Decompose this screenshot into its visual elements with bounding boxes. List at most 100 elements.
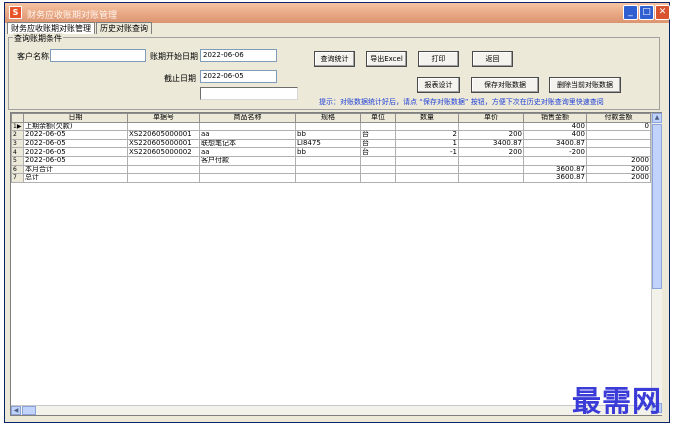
row-number[interactable] [11, 370, 24, 381]
table-cell[interactable] [127, 190, 200, 200]
table-cell[interactable] [127, 207, 200, 218]
table-cell[interactable]: 本月合计 [23, 164, 128, 175]
table-cell[interactable] [395, 181, 459, 192]
table-cell[interactable] [295, 164, 361, 175]
table-cell[interactable] [199, 173, 296, 183]
table-cell[interactable] [295, 155, 361, 166]
table-cell[interactable] [23, 336, 128, 347]
row-number[interactable] [11, 207, 24, 218]
table-cell[interactable] [127, 327, 200, 338]
row-number[interactable]: 6 [11, 164, 24, 175]
export-excel-button[interactable]: 导出Excel [366, 51, 407, 67]
table-cell[interactable] [23, 370, 128, 381]
table-row[interactable] [11, 353, 651, 364]
table-cell[interactable] [199, 345, 296, 355]
table-cell[interactable] [458, 267, 524, 278]
table-cell[interactable] [127, 353, 200, 364]
table-cell[interactable]: bb [295, 130, 361, 140]
table-cell[interactable]: 2022-06-05 [23, 138, 128, 149]
scroll-left-icon[interactable]: ◀ [11, 406, 21, 415]
table-cell[interactable] [23, 216, 128, 226]
table-cell[interactable] [395, 207, 459, 218]
table-cell[interactable] [127, 198, 200, 209]
table-cell[interactable] [523, 259, 587, 269]
table-row[interactable]: 1▶ 上期余额(欠款) 400 0 [11, 121, 651, 132]
row-number[interactable] [11, 276, 24, 286]
table-cell[interactable] [23, 198, 128, 209]
row-number[interactable] [11, 336, 24, 347]
table-cell[interactable]: aa [199, 130, 296, 140]
row-number[interactable]: 7 [11, 173, 24, 183]
table-row[interactable]: 7 总计 3600.87 2000 [11, 173, 651, 183]
table-row[interactable] [11, 207, 651, 218]
table-cell[interactable] [586, 216, 651, 226]
scroll-up-icon[interactable]: ▲ [652, 113, 662, 123]
row-number[interactable] [11, 302, 24, 312]
table-row[interactable] [11, 293, 651, 304]
column-header[interactable]: 商品名称 [199, 113, 296, 123]
table-cell[interactable] [295, 267, 361, 278]
row-number[interactable] [11, 293, 24, 304]
column-header[interactable]: 单据号 [127, 113, 200, 123]
table-cell[interactable] [199, 216, 296, 226]
table-cell[interactable] [395, 267, 459, 278]
table-cell[interactable] [360, 155, 396, 166]
table-cell[interactable] [523, 181, 587, 192]
table-cell[interactable] [395, 327, 459, 338]
table-row[interactable] [11, 319, 651, 329]
table-cell[interactable] [458, 302, 524, 312]
table-cell[interactable] [523, 293, 587, 304]
table-cell[interactable] [360, 319, 396, 329]
table-cell[interactable] [199, 336, 296, 347]
table-row[interactable] [11, 198, 651, 209]
table-cell[interactable] [23, 362, 128, 372]
table-cell[interactable] [127, 362, 200, 372]
table-cell[interactable] [127, 345, 200, 355]
table-cell[interactable] [458, 362, 524, 372]
table-cell[interactable] [523, 353, 587, 364]
table-row[interactable] [11, 379, 651, 389]
table-cell[interactable] [395, 250, 459, 261]
table-cell[interactable]: 上期余额(欠款) [23, 121, 128, 132]
table-cell[interactable] [586, 293, 651, 304]
table-cell[interactable] [23, 250, 128, 261]
table-cell[interactable] [199, 190, 296, 200]
table-cell[interactable] [360, 327, 396, 338]
table-cell[interactable] [586, 310, 651, 321]
table-cell[interactable] [395, 233, 459, 243]
table-cell[interactable] [23, 310, 128, 321]
table-cell[interactable] [395, 241, 459, 252]
table-cell[interactable] [360, 259, 396, 269]
table-cell[interactable] [586, 190, 651, 200]
table-row[interactable] [11, 370, 651, 381]
vertical-scrollbar[interactable]: ▲ ▼ [651, 113, 662, 415]
table-cell[interactable] [127, 224, 200, 235]
table-cell[interactable] [523, 284, 587, 295]
table-cell[interactable] [360, 293, 396, 304]
query-stats-button[interactable]: 查询统计 [314, 51, 355, 67]
table-cell[interactable] [127, 293, 200, 304]
table-cell[interactable]: 400 [523, 121, 587, 132]
table-cell[interactable]: LI8475 [295, 138, 361, 149]
table-cell[interactable] [458, 345, 524, 355]
table-cell[interactable] [295, 276, 361, 286]
table-cell[interactable] [295, 198, 361, 209]
table-cell[interactable] [458, 121, 524, 132]
table-cell[interactable] [586, 267, 651, 278]
table-cell[interactable] [295, 216, 361, 226]
table-row[interactable] [11, 259, 651, 269]
column-header[interactable]: 单位 [360, 113, 396, 123]
table-cell[interactable]: 200 [458, 147, 524, 157]
table-cell[interactable] [523, 276, 587, 286]
table-cell[interactable] [360, 164, 396, 175]
table-cell[interactable] [127, 319, 200, 329]
table-cell[interactable] [523, 327, 587, 338]
table-cell[interactable] [586, 233, 651, 243]
column-header[interactable]: 数量 [395, 113, 459, 123]
table-cell[interactable]: bb [295, 147, 361, 157]
table-cell[interactable] [395, 259, 459, 269]
table-cell[interactable]: 联想笔记本 [199, 138, 296, 149]
table-cell[interactable] [360, 276, 396, 286]
table-cell[interactable] [458, 370, 524, 381]
table-cell[interactable] [127, 181, 200, 192]
